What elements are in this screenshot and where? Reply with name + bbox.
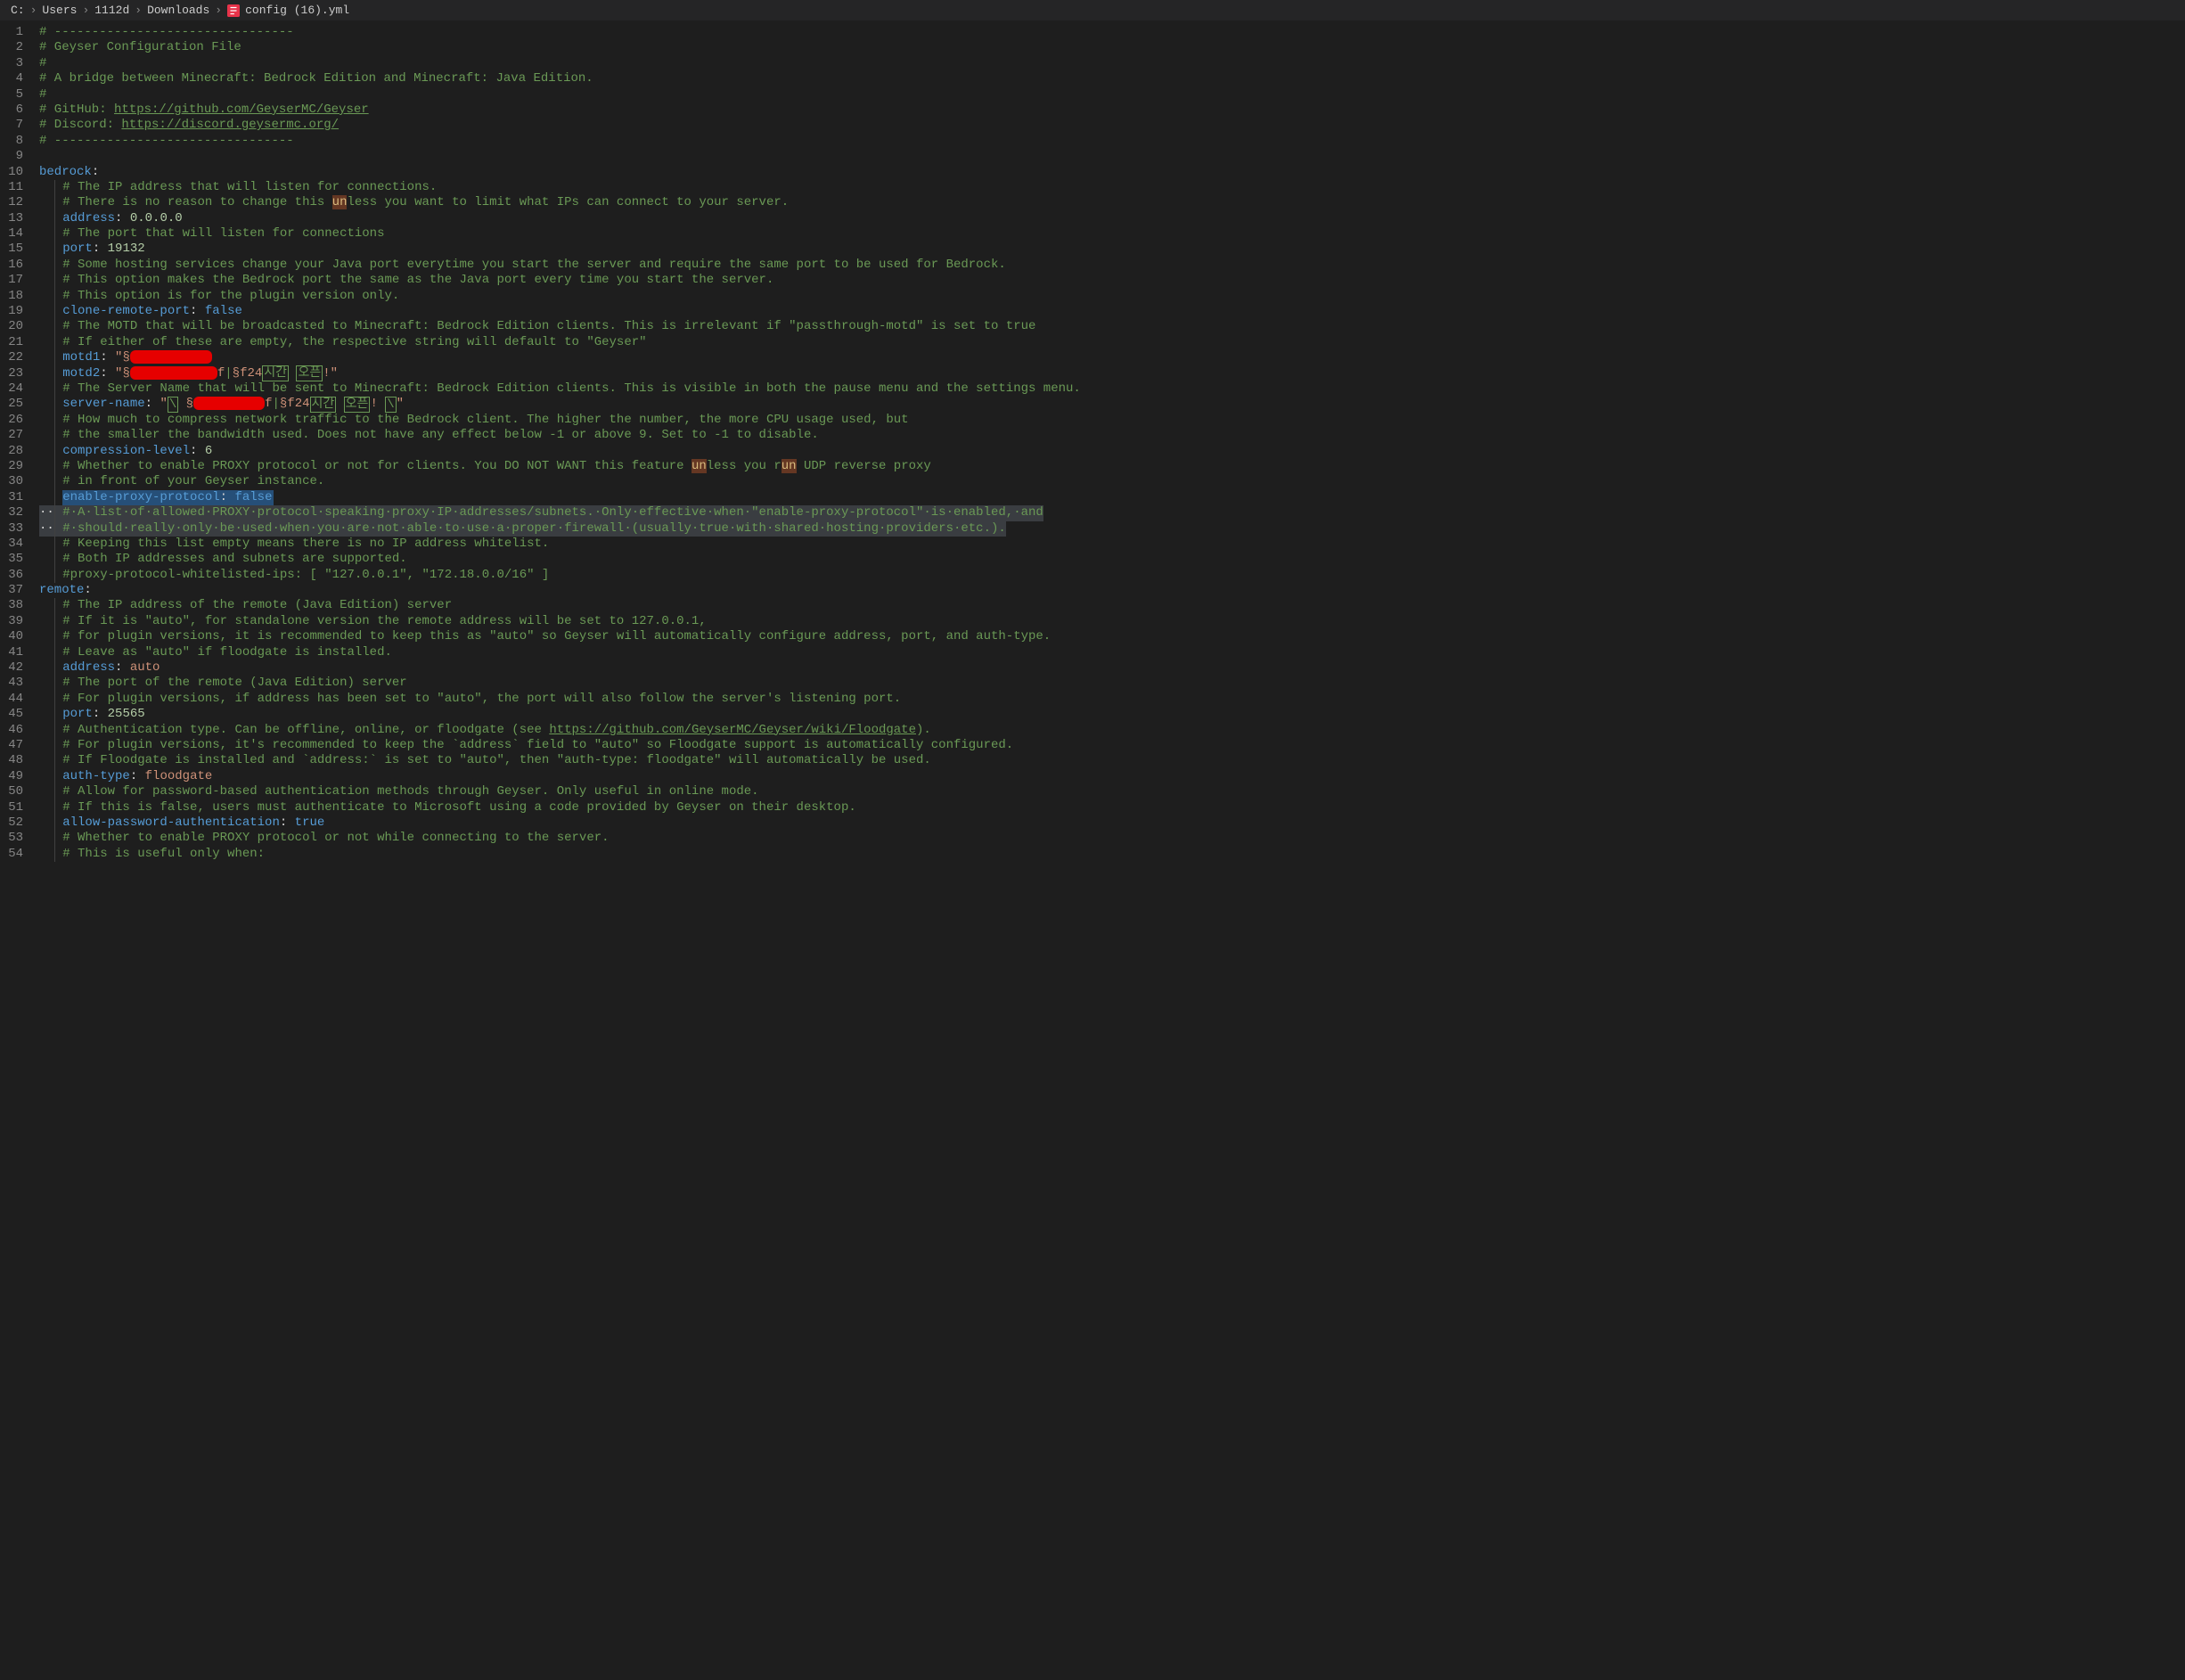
breadcrumb-sep: ›: [82, 4, 89, 17]
code-area[interactable]: # --------------------------------# Geys…: [39, 21, 1081, 865]
breadcrumb: C: › Users › 1112d › Downloads › config …: [0, 0, 2185, 21]
breadcrumb-sep: ›: [215, 4, 222, 17]
breadcrumb-seg[interactable]: C:: [11, 4, 25, 17]
redaction: [130, 366, 217, 380]
breadcrumb-seg[interactable]: 1112d: [94, 4, 129, 17]
yaml-file-icon: [227, 4, 240, 17]
breadcrumb-file[interactable]: config (16).yml: [245, 4, 349, 17]
breadcrumb-seg[interactable]: Downloads: [147, 4, 209, 17]
breadcrumb-sep: ›: [30, 4, 37, 17]
line-gutter: 1234567891011121314151617181920212223242…: [0, 21, 39, 865]
redaction: [193, 397, 265, 410]
redaction: [130, 350, 212, 364]
breadcrumb-seg[interactable]: Users: [42, 4, 77, 17]
code-editor[interactable]: 1234567891011121314151617181920212223242…: [0, 21, 2185, 865]
breadcrumb-sep: ›: [135, 4, 142, 17]
